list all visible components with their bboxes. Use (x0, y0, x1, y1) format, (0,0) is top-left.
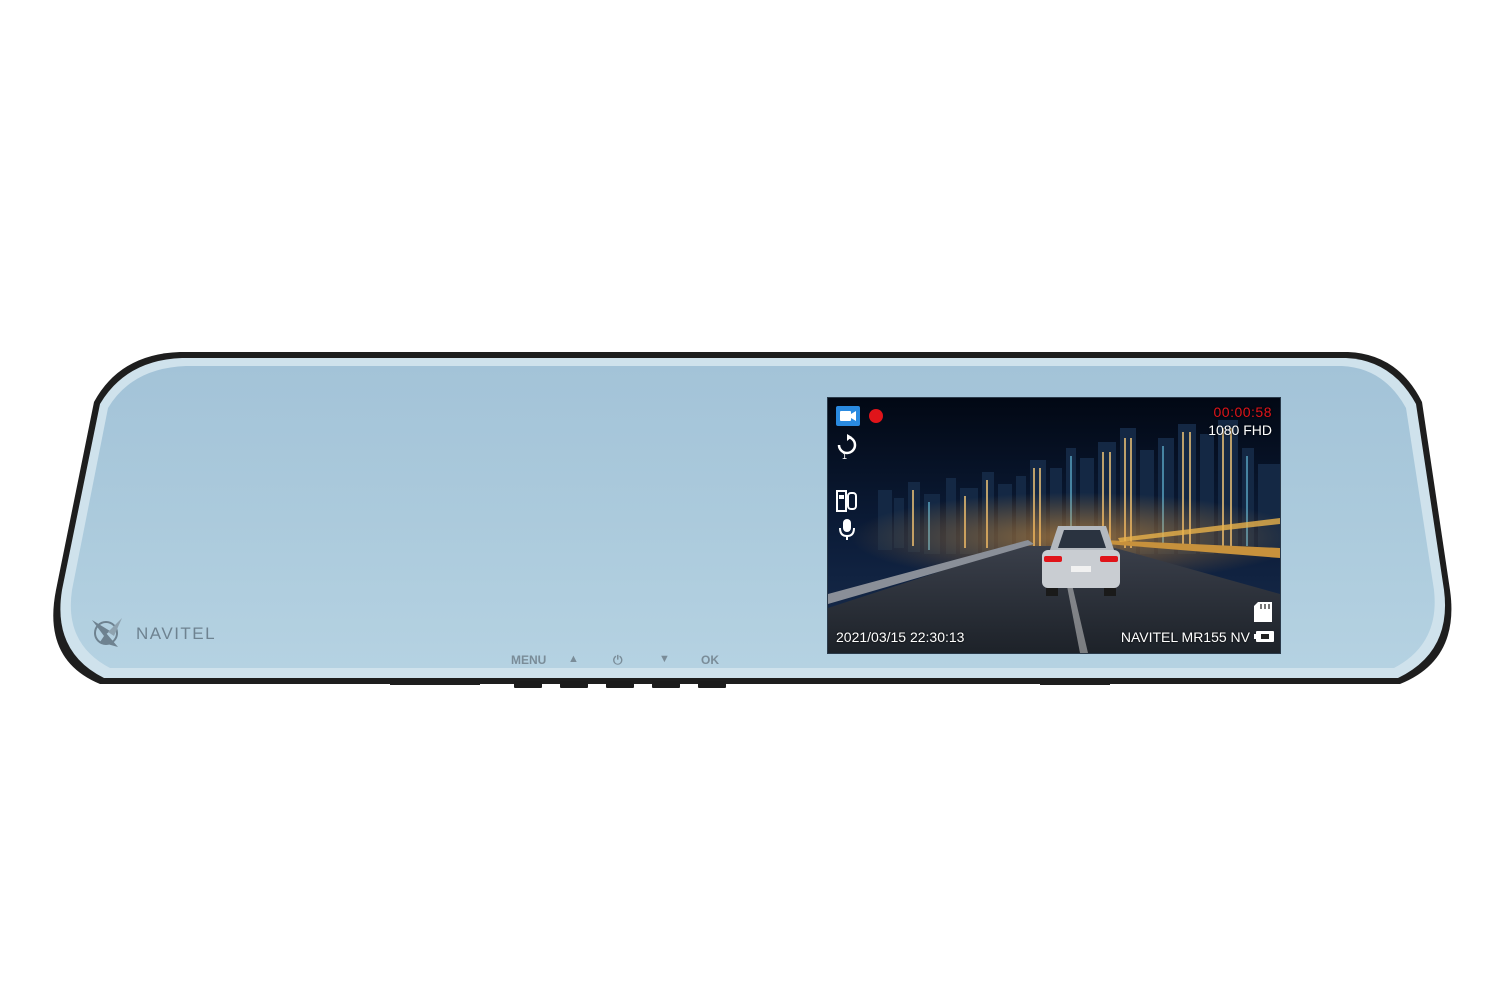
loop-recording-icon: 1 (837, 434, 857, 460)
power-button-label: ⏻ (613, 653, 623, 667)
svg-text:1: 1 (842, 451, 847, 460)
record-indicator-icon (869, 409, 883, 423)
video-mode-icon (836, 406, 860, 426)
mirror-dashcam: NAVITEL MENU ▲ ⏻ ▼ OK 00:00:58 1080 FHD … (0, 0, 1500, 1000)
ok-button-label: OK (701, 653, 719, 667)
sd-card-icon (1254, 602, 1272, 622)
menu-button[interactable] (514, 681, 542, 688)
date-time-stamp: 2021/03/15 22:30:13 (836, 629, 965, 645)
down-button[interactable] (652, 681, 680, 688)
navitel-logo-icon (92, 618, 122, 647)
navitel-logo: NAVITEL (88, 614, 215, 650)
menu-button-label: MENU (511, 653, 547, 667)
video-resolution: 1080 FHD (1208, 422, 1272, 438)
down-button-label: ▼ (659, 653, 670, 665)
device-model: NAVITEL MR155 NV (1120, 629, 1250, 645)
brand-name: NAVITEL (136, 624, 217, 643)
microphone-icon (839, 519, 855, 540)
up-button-label: ▲ (568, 653, 579, 665)
up-button[interactable] (560, 681, 588, 688)
power-button[interactable] (606, 681, 634, 688)
battery-icon (1254, 631, 1274, 642)
ok-button[interactable] (698, 681, 726, 688)
dual-camera-icon (836, 490, 857, 512)
dashcam-screen: 00:00:58 1080 FHD 1 2021/03/15 22:30:13 … (827, 397, 1281, 654)
recording-timer: 00:00:58 (1213, 404, 1272, 420)
